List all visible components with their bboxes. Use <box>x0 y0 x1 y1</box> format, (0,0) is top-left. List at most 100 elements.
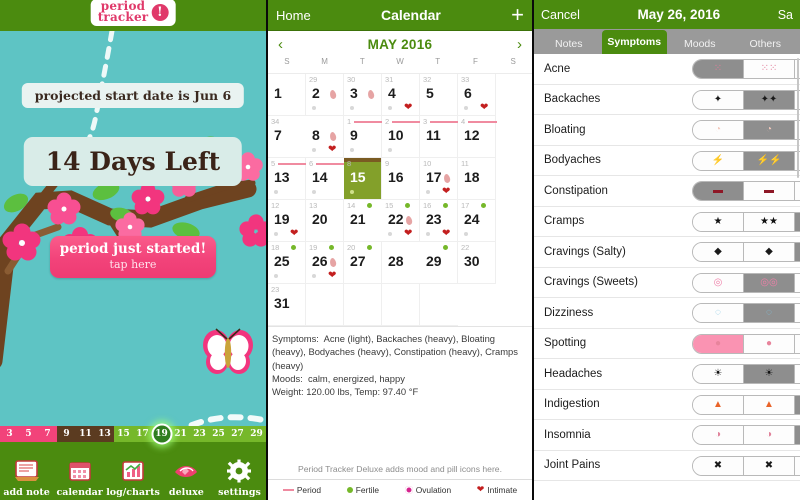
severity-segmented-control[interactable]: ◆ ◆ ◆ <box>692 242 800 262</box>
indigestion-light-icon-button[interactable]: ▲ <box>693 395 744 414</box>
indigestion-medium-icon-button[interactable]: ▲ <box>744 395 795 414</box>
cycle-day-13[interactable]: 13 <box>95 426 114 442</box>
calendar-day-13[interactable]: 5 13 <box>268 158 307 200</box>
backache-medium-icon-button[interactable]: ✦✦ <box>744 90 795 109</box>
severity-segmented-control[interactable]: ● ● ● <box>692 333 800 354</box>
add-entry-icon[interactable]: + <box>511 4 524 26</box>
spotting-medium-icon-button[interactable]: ● <box>744 334 795 353</box>
spotting-heavy-icon-button[interactable]: ● <box>795 334 800 353</box>
home-tab-add-note[interactable]: add note <box>0 442 53 500</box>
dizzy-light-icon-button[interactable]: ◌ <box>693 304 744 322</box>
calendar-day-9[interactable]: 19 <box>344 116 383 158</box>
calendar-day-23[interactable]: 16 23 ❤ <box>420 200 458 242</box>
salty-heavy-icon-button[interactable]: ◆ <box>795 243 800 261</box>
severity-segmented-control[interactable]: ◌ ◌ ◎ <box>692 303 800 323</box>
calendar-day-24[interactable]: 17 24 <box>458 200 496 242</box>
salty-medium-icon-button[interactable]: ◆ <box>744 243 795 261</box>
save-button[interactable]: Sa <box>778 8 793 22</box>
calendar-grid[interactable]: 1 29 2 30 3 31 4 ❤ 32 5 33 6 ❤ 34 7 8 ❤ 1 9 2 10 3 11 4 12 5 13 6 14… <box>268 73 532 326</box>
tab-notes[interactable]: Notes <box>536 33 602 54</box>
cycle-day-21[interactable]: 21 <box>171 426 190 442</box>
calendar-day-19[interactable]: 12 19 ❤ <box>268 200 306 242</box>
tab-moods[interactable]: Moods <box>667 33 733 54</box>
cycle-day-17[interactable]: 17 <box>133 426 152 442</box>
calendar-day-30[interactable]: 22 30 <box>458 242 496 284</box>
cycle-day-9[interactable]: 9 <box>57 426 76 442</box>
cancel-button[interactable]: Cancel <box>541 8 580 22</box>
severity-segmented-control[interactable]: ◑ ◑ ◑ <box>692 425 800 445</box>
calendar-day-3[interactable]: 30 3 <box>344 74 382 116</box>
severity-segmented-control[interactable]: ✖ ✖ ✖ <box>692 455 800 476</box>
joint-medium-icon-button[interactable]: ✖ <box>744 456 795 475</box>
calendar-day-27[interactable]: 20 27 <box>344 242 382 284</box>
calendar-day-26[interactable]: 19 26 ❤ <box>306 242 344 284</box>
prev-month-icon[interactable]: ‹ <box>274 36 287 53</box>
joint-light-icon-button[interactable]: ✖ <box>693 456 744 475</box>
calendar-day-10[interactable]: 2 10 <box>382 116 421 158</box>
calendar-day-2[interactable]: 29 2 <box>306 74 344 116</box>
calendar-day-15[interactable]: 8 15 <box>344 158 382 200</box>
calendar-day-1[interactable]: 1 <box>268 74 306 116</box>
calendar-day-31[interactable]: 23 31 <box>268 284 306 326</box>
backache-light-icon-button[interactable]: ✦ <box>693 90 744 109</box>
dizzy-medium-icon-button[interactable]: ◌ <box>744 304 795 322</box>
severity-segmented-control[interactable]: ▬ ▬ ▬ <box>692 181 800 201</box>
cycle-day-19[interactable]: 19 <box>151 423 172 445</box>
calendar-day-18[interactable]: 11 18 <box>458 158 496 200</box>
cycle-day-11[interactable]: 11 <box>76 426 95 442</box>
calendar-day-16[interactable]: 9 16 <box>382 158 420 200</box>
symptoms-list[interactable]: Acne⁙⁙⁙⁙⁙⁙Backaches✦✦✦✦✦✦Bloating◔◔◔Body… <box>534 54 800 500</box>
calendar-day-20[interactable]: 13 20 <box>306 200 344 242</box>
cramps-light-icon-button[interactable]: ★ <box>693 212 744 231</box>
severity-segmented-control[interactable]: ◔◔◔ <box>692 120 800 140</box>
next-month-icon[interactable]: › <box>513 36 526 53</box>
headache-heavy-icon-button[interactable]: ☀ <box>795 365 800 383</box>
acne-light-icon-button[interactable]: ⁙ <box>693 60 744 78</box>
calendar-day-21[interactable]: 14 21 <box>344 200 382 242</box>
sweets-heavy-icon-button[interactable]: ◎◎◎ <box>795 273 800 292</box>
severity-segmented-control[interactable]: ◎◎◎◎◎◎ <box>692 272 800 293</box>
cycle-day-23[interactable]: 23 <box>190 426 209 442</box>
calendar-day-7[interactable]: 34 7 <box>268 116 306 158</box>
cycle-day-3[interactable]: 3 <box>0 426 19 442</box>
symptoms-tab-bar[interactable]: Notes Symptoms Moods Others <box>534 29 800 54</box>
home-tab-settings[interactable]: settings <box>213 442 266 500</box>
cycle-day-29[interactable]: 29 <box>247 426 266 442</box>
severity-segmented-control[interactable]: ☀ ☀ ☀ <box>692 364 800 384</box>
calendar-day-8[interactable]: 8 ❤ <box>306 116 344 158</box>
calendar-day-17[interactable]: 10 17 ❤ <box>420 158 458 200</box>
insomnia-heavy-icon-button[interactable]: ◑ <box>795 426 800 444</box>
vertical-scrollbar[interactable] <box>797 58 799 178</box>
severity-segmented-control[interactable]: ▲ ▲ ▲ <box>692 394 800 415</box>
tab-symptoms[interactable]: Symptoms <box>601 30 667 54</box>
tab-others[interactable]: Others <box>733 33 799 54</box>
cycle-day-strip[interactable]: 3 5 7 9 11 13 15 17 19 21 23 25 27 29 <box>0 423 266 445</box>
home-tab-deluxe[interactable]: deluxe <box>160 442 213 500</box>
constipation-heavy-icon-button[interactable]: ▬ <box>795 182 800 200</box>
calendar-day-11[interactable]: 3 11 <box>420 116 459 158</box>
calendar-day-22[interactable]: 15 22 ❤ <box>382 200 420 242</box>
bloating-medium-icon-button[interactable]: ◔ <box>744 121 795 139</box>
indigestion-heavy-icon-button[interactable]: ▲ <box>795 395 800 414</box>
sweets-medium-icon-button[interactable]: ◎◎ <box>744 273 795 292</box>
headache-medium-icon-button[interactable]: ☀ <box>744 365 795 383</box>
calendar-day-4[interactable]: 31 4 ❤ <box>382 74 420 116</box>
home-tab-log-charts[interactable]: log/charts <box>106 442 160 500</box>
severity-segmented-control[interactable]: ✦✦✦✦✦✦ <box>692 89 800 110</box>
severity-segmented-control[interactable]: ⁙⁙⁙⁙⁙⁙ <box>692 59 800 79</box>
joint-heavy-icon-button[interactable]: ✖ <box>795 456 800 475</box>
calendar-day-25[interactable]: 18 25 <box>268 242 306 284</box>
calendar-day-14[interactable]: 6 14 <box>306 158 346 200</box>
constipation-light-icon-button[interactable]: ▬ <box>693 182 744 200</box>
bloating-light-icon-button[interactable]: ◔ <box>693 121 744 139</box>
acne-medium-icon-button[interactable]: ⁙⁙ <box>744 60 795 78</box>
spotting-light-icon-button[interactable]: ● <box>693 334 744 353</box>
cycle-day-5[interactable]: 5 <box>19 426 38 442</box>
period-just-started-button[interactable]: period just started! tap here <box>50 236 216 279</box>
calendar-day-6[interactable]: 33 6 ❤ <box>458 74 496 116</box>
cycle-day-25[interactable]: 25 <box>209 426 228 442</box>
home-tab-calendar[interactable]: calendar <box>53 442 106 500</box>
salty-light-icon-button[interactable]: ◆ <box>693 243 744 261</box>
calendar-day-28[interactable]: 28 <box>382 242 420 284</box>
cycle-day-27[interactable]: 27 <box>228 426 247 442</box>
